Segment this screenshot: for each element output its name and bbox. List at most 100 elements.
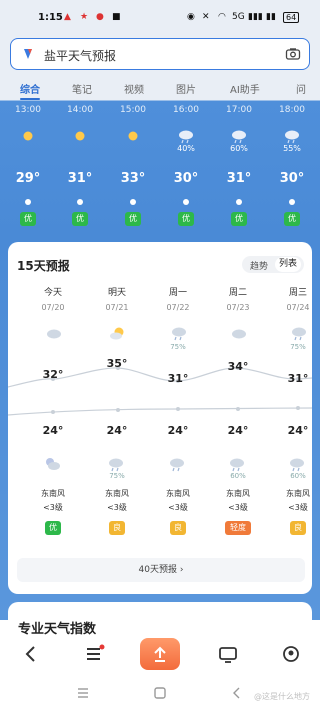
mute-icon: ✕ <box>202 12 210 22</box>
signal-icon-2: ▮▮ <box>266 12 276 22</box>
pro-index-title: 专业天气指数 <box>18 622 97 637</box>
wind-direction: 东南风 <box>105 489 129 498</box>
day-precip: 75% <box>290 343 306 351</box>
day-low-temp: 24° <box>106 424 128 437</box>
hourly-time: 13:00 <box>15 105 41 115</box>
search-box[interactable]: 盐平天气预报 <box>10 38 310 70</box>
tab-notes[interactable]: 笔记 <box>72 81 92 96</box>
aq-badge: 优 <box>45 521 61 535</box>
rain-icon <box>179 130 193 144</box>
alarm-icon: ◉ <box>187 12 195 22</box>
system-back-icon[interactable] <box>230 686 244 700</box>
hourly-time: 17:00 <box>226 105 252 115</box>
bottom-nav <box>0 636 320 676</box>
aq-badge: 良 <box>290 521 306 535</box>
day-date: 07/23 <box>226 303 250 312</box>
wind-direction: 东南风 <box>166 489 190 498</box>
hourly-temp: 31° <box>226 171 252 186</box>
day-date: 07/21 <box>105 303 129 312</box>
wind-direction: 东南风 <box>41 489 65 498</box>
day-date: 07/20 <box>41 303 65 312</box>
day-low-temp: 24° <box>42 424 64 437</box>
status-time: 1:15 <box>38 12 63 23</box>
hourly-aq-badge: 优 <box>178 212 194 226</box>
day-high-temp: 35° <box>106 357 128 370</box>
cloud-icon <box>47 329 61 339</box>
wind-level: <3级 <box>168 503 188 512</box>
tab-ask[interactable]: 问 <box>296 81 306 96</box>
hourly-precip: 55% <box>283 144 301 153</box>
center-action-button[interactable] <box>140 638 180 670</box>
day-name: 周二 <box>228 288 247 298</box>
hourly-temp-dot <box>77 199 83 205</box>
tv-icon[interactable] <box>218 644 238 664</box>
hourly-time: 15:00 <box>120 105 146 115</box>
rain-icon <box>232 130 246 144</box>
notification-icon-2: ★ <box>80 12 89 22</box>
sun-icon <box>128 131 138 141</box>
tab-video[interactable]: 视频 <box>124 81 144 96</box>
day-precip: 75% <box>170 343 186 351</box>
sun-icon <box>23 131 33 141</box>
tab-ai-assistant[interactable]: AI助手 <box>230 81 260 96</box>
rain-icon <box>170 458 184 472</box>
profile-icon[interactable] <box>281 644 301 664</box>
watermark: @这是什么地方 <box>254 692 310 701</box>
day-high-temp: 34° <box>227 360 249 373</box>
day-low-temp: 24° <box>227 424 249 437</box>
rain-icon <box>172 327 186 341</box>
day-high-temp: 32° <box>42 368 64 381</box>
wind-level: <3级 <box>228 503 248 512</box>
hourly-temp-dot <box>289 199 295 205</box>
home-icon[interactable] <box>153 686 167 700</box>
camera-search-icon[interactable] <box>285 46 301 62</box>
rain-icon <box>230 458 244 472</box>
more-forecast-button[interactable]: 40天预报 › <box>17 558 305 582</box>
temperature-curve <box>8 366 312 416</box>
wind-level: <3级 <box>107 503 127 512</box>
hourly-temp: 33° <box>120 171 146 186</box>
battery-icon: 64 <box>283 12 300 23</box>
hourly-temp: 30° <box>173 171 199 186</box>
hourly-forecast: 13:00 29° 优 14:00 31° 优 15:00 33° 优 16:0… <box>0 100 320 240</box>
hourly-aq-badge: 优 <box>284 212 300 226</box>
back-icon[interactable] <box>24 644 38 664</box>
aq-badge: 轻度 <box>225 521 251 535</box>
wind-direction: 东南风 <box>226 489 250 498</box>
notification-icon-3: ● <box>96 12 104 22</box>
hourly-time: 16:00 <box>173 105 199 115</box>
hourly-temp-dot <box>25 199 31 205</box>
night-precip: 60% <box>230 472 246 480</box>
tab-images[interactable]: 图片 <box>176 81 196 96</box>
cloud-moon-icon <box>46 458 60 470</box>
hourly-precip: 60% <box>230 144 248 153</box>
search-input[interactable]: 盐平天气预报 <box>44 47 116 64</box>
day-name: 今天 <box>43 288 62 298</box>
day-high-temp: 31° <box>167 372 189 385</box>
wifi-icon: ◠ <box>218 12 226 22</box>
notification-icon: ▲ <box>64 12 71 22</box>
rain-icon <box>290 458 304 472</box>
recent-apps-icon[interactable] <box>76 686 90 700</box>
aq-badge: 良 <box>109 521 125 535</box>
rain-icon <box>109 458 123 472</box>
rain-icon <box>292 327 306 341</box>
hourly-aq-badge: 优 <box>20 212 36 226</box>
rain-icon <box>285 130 299 144</box>
hourly-aq-badge: 优 <box>72 212 88 226</box>
menu-icon[interactable] <box>85 644 105 664</box>
day-name: 周三 <box>288 288 307 298</box>
search-tabs: 综合 笔记 视频 图片 AI助手 问 <box>0 78 320 100</box>
wind-direction: 东南风 <box>286 489 310 498</box>
wind-level: <3级 <box>288 503 308 512</box>
day-date: 07/24 <box>286 303 310 312</box>
hourly-aq-badge: 优 <box>231 212 247 226</box>
hourly-temp: 31° <box>67 171 93 186</box>
network-label: 5G <box>232 12 245 22</box>
day-name: 明天 <box>107 288 126 298</box>
night-precip: 75% <box>109 472 125 480</box>
tab-comprehensive[interactable]: 综合 <box>20 81 40 96</box>
signal-icon: ▮▮▮ <box>248 12 263 22</box>
system-nav-bar: @这是什么地方 <box>0 676 320 711</box>
day-low-temp: 24° <box>167 424 189 437</box>
